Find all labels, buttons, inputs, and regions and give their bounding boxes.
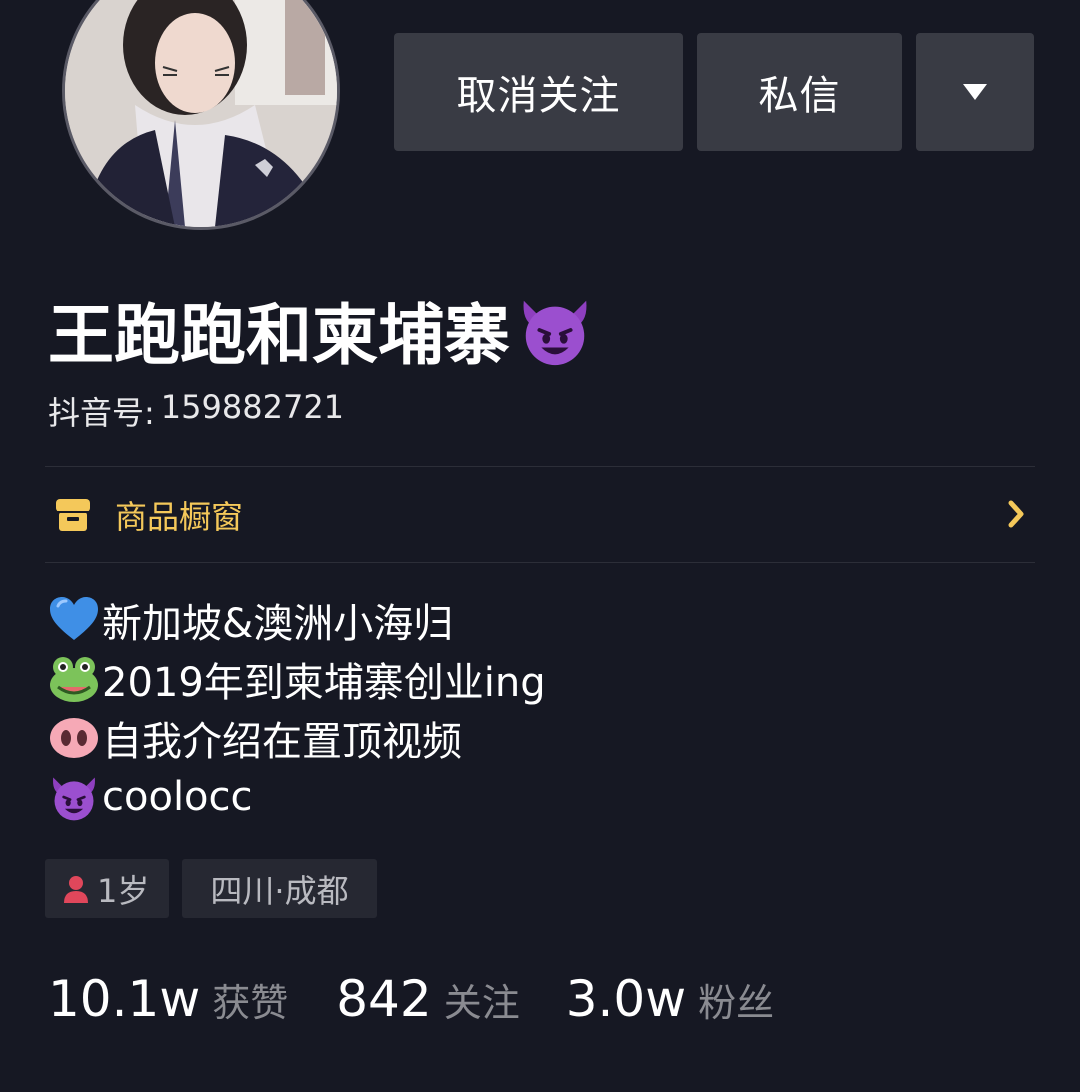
following-count: 842 [336, 970, 432, 1028]
location-tag-text: 四川·成都 [210, 871, 349, 910]
shop-window-label: 商品橱窗 [115, 497, 244, 536]
likes-label: 获赞 [212, 981, 289, 1025]
chevron-right-icon [1008, 500, 1024, 528]
following-stat[interactable]: 842 关注 [336, 970, 519, 1028]
unfollow-button-label: 取消关注 [456, 73, 621, 119]
blue-heart-emoji-icon [50, 596, 98, 640]
following-label: 关注 [443, 981, 520, 1025]
likes-count: 10.1w [48, 970, 201, 1028]
profile-page: 取消关注 私信 王跑跑和柬埔寨 抖音号: 159882721 商品橱窗 新加坡&… [0, 0, 1080, 1092]
bio: 新加坡&澳洲小海归 2019年到柬埔寨创业ing 自我介绍在置顶视频 coolo… [48, 590, 546, 826]
shop-window-icon [56, 498, 90, 531]
bio-text: 2019年到柬埔寨创业ing [102, 659, 546, 706]
douyin-id-value: 159882721 [160, 388, 345, 426]
divider [45, 562, 1035, 563]
location-tag: 四川·成都 [182, 859, 377, 918]
bio-text: 新加坡&澳洲小海归 [102, 600, 454, 647]
person-icon [64, 875, 88, 903]
douyin-id: 抖音号: 159882721 [48, 388, 344, 434]
frog-emoji-icon [50, 656, 98, 702]
profile-stats: 10.1w 获赞 842 关注 3.0w 粉丝 [48, 970, 774, 1040]
bio-line: 自我介绍在置顶视频 [48, 708, 546, 767]
age-tag-text: 1岁 [97, 871, 150, 910]
shop-window-row[interactable]: 商品橱窗 [45, 467, 1035, 562]
douyin-id-label: 抖音号: [48, 394, 155, 432]
bio-text: 自我介绍在置顶视频 [102, 718, 462, 765]
followers-label: 粉丝 [698, 981, 775, 1025]
smiling-devil-emoji-icon [53, 777, 95, 820]
profile-name-row: 王跑跑和柬埔寨 [48, 282, 594, 378]
bio-text: coolocc [102, 773, 253, 820]
avatar[interactable] [62, 0, 340, 230]
age-tag: 1岁 [45, 859, 169, 918]
message-button[interactable]: 私信 [697, 33, 902, 151]
followers-count: 3.0w [565, 970, 687, 1028]
pig-nose-emoji-icon [50, 717, 98, 758]
message-button-label: 私信 [758, 73, 841, 119]
smiling-devil-emoji-icon [523, 300, 587, 366]
profile-name: 王跑跑和柬埔寨 [48, 297, 510, 374]
bio-line: 新加坡&澳洲小海归 [48, 590, 546, 649]
bio-line: 2019年到柬埔寨创业ing [48, 649, 546, 708]
more-button[interactable] [916, 33, 1034, 151]
likes-stat[interactable]: 10.1w 获赞 [48, 970, 288, 1028]
caret-down-icon [963, 84, 987, 100]
bio-line: coolocc [48, 767, 546, 826]
followers-stat[interactable]: 3.0w 粉丝 [566, 970, 774, 1028]
unfollow-button[interactable]: 取消关注 [394, 33, 683, 151]
